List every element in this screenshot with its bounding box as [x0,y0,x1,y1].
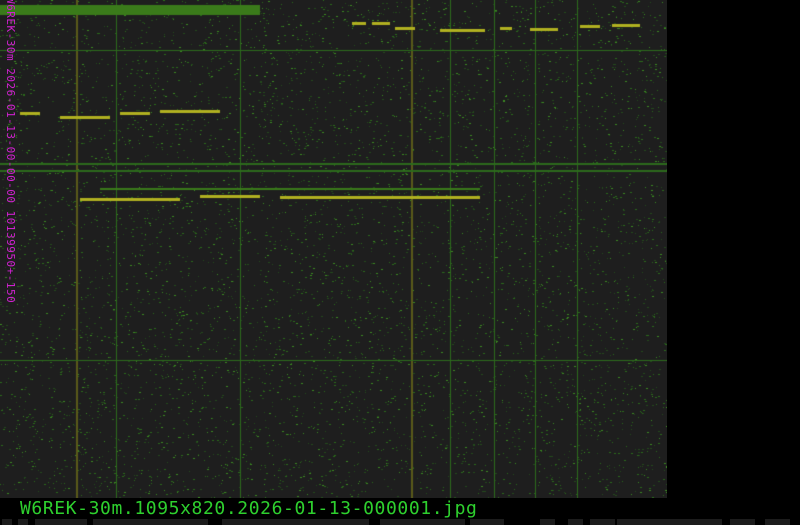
status-bar-segment [222,519,347,525]
waterfall-spectrogram [0,0,667,498]
status-bar-segment [35,519,87,525]
status-bar-segment [380,519,465,525]
image-filename: W6REK-30m.1095x820.2026-01-13-000001.jpg [20,498,478,519]
status-bar-segment [93,519,208,525]
status-bar-segment [765,519,790,525]
status-bar-segment [2,519,12,525]
status-bar-segment [540,519,555,525]
status-bar-segment [590,519,615,525]
status-bar-segment [730,519,755,525]
status-bar-segment [18,519,28,525]
qrss-grabber-view: W6REK-30m 2026-01-13-00-00-00 10139950+-… [0,0,800,525]
status-bar-segment [568,519,583,525]
status-bar-segment [470,519,504,525]
status-bar-segment [617,519,722,525]
frequency-time-label: W6REK-30m 2026-01-13-00-00-00 10139950+-… [4,0,17,304]
status-bar-segment [347,519,369,525]
